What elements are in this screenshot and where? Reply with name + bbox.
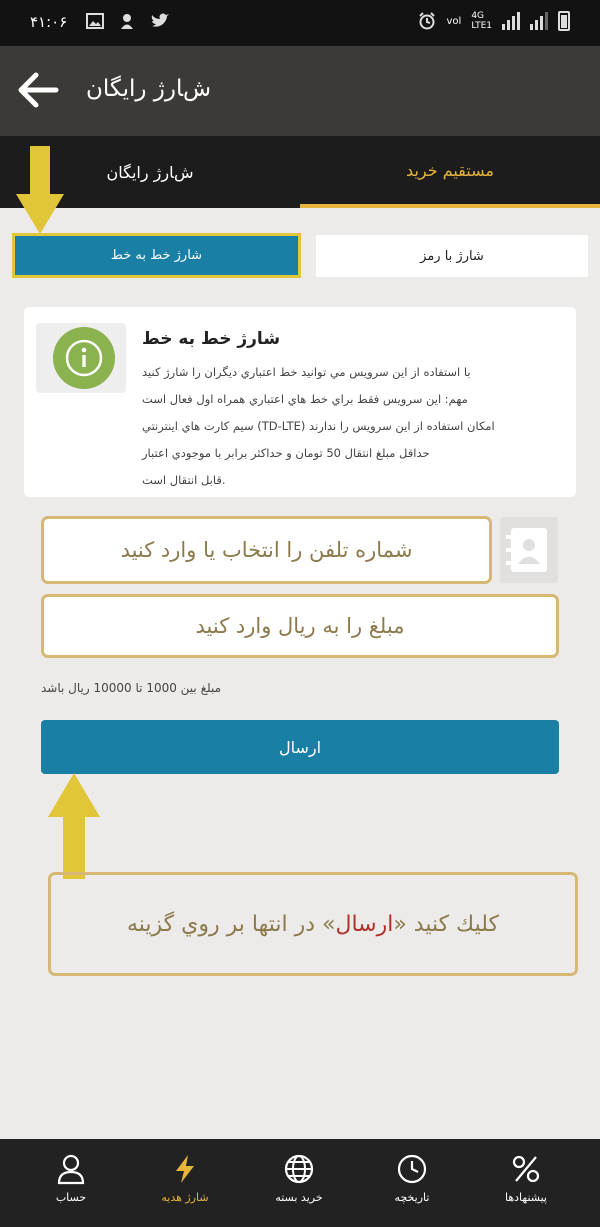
nav-label: ﺣﺴﺎﺏ	[55, 1191, 87, 1204]
nav-offers[interactable]: ﭘﻴﺸﻨﻬﺎﺩﻫﺎ	[466, 1139, 586, 1227]
percent-icon	[512, 1155, 540, 1183]
segment-pin-charge[interactable]: ﺷﺎﺭژ ﺑﺎ ﺭﻣﺰ	[316, 235, 588, 277]
info-icon-container	[36, 323, 126, 393]
person-icon	[57, 1154, 85, 1185]
instruction-text-before: ﺩﺭ ﺍﻧﺘﻬﺎ ﺑﺮ ﺭﻭﻱ ﮔﺰﻳﻨﻪ «	[126, 911, 336, 937]
annotation-arrow-up	[48, 773, 100, 879]
info-icon	[53, 327, 115, 389]
submit-button[interactable]: ﺍﺭﺳﺎﻝ	[41, 720, 559, 774]
signal-icon-2	[530, 12, 548, 30]
bottom-navigation: ﭘﻴﺸﻨﻬﺎﺩﻫﺎ ﺗﺎﺭﻳﺨﭽﻪ ﺧﺮﻳﺪ ﺑﺴﺘﻪ ﺷﺎﺭژ ﻫﺪﻳﻪ ﺣﺴ…	[0, 1139, 600, 1227]
page-title: ﺵﺎﺭژ ﺭﺍﻳﮕﺎﻥ	[86, 76, 212, 102]
lightning-icon	[176, 1155, 194, 1183]
info-body: ﺑﺎ ﺍﺳﺘﻔﺎﺩﻩ ﺍﺯ ﺍﻳﻦ ﺳﺮﻭﻳﺲ ﻣﻲ ﺗﻮﺍﻧﻴﺪ ﺧﻂ ﺍﻋﺘ…	[142, 359, 560, 494]
nav-account[interactable]: ﺣﺴﺎﺏ	[11, 1139, 131, 1227]
amount-hint: ﻣﺒﻠﻎ ﺑﻴﻦ 1000 ﺗﺎ 10000 ﺭﻳﺎﻝ ﺑﺎﺷﺪ	[41, 681, 221, 695]
app-header: ﺵﺎﺭژ ﺭﺍﻳﮕﺎﻥ	[0, 46, 600, 136]
nav-label: ﭘﻴﺸﻨﻬﺎﺩﻫﺎ	[505, 1191, 547, 1204]
signal-icon	[502, 12, 520, 30]
status-bar: ۴۱:۰۶ vol 4G LTE1	[0, 0, 600, 46]
data-speed: vol	[446, 15, 462, 27]
clock-icon	[397, 1154, 427, 1184]
instruction-highlight: ﺍﺭﺳﺎﻝ	[335, 911, 394, 937]
alarm-icon	[419, 12, 436, 30]
segment-line-to-line[interactable]: ﺷﺎﺭژ ﺧﻂ ﺑﻪ ﺧﻂ	[12, 233, 301, 278]
contacts-book-icon[interactable]	[500, 517, 558, 583]
app-notification-icon	[121, 14, 133, 29]
annotation-arrow-down	[16, 146, 64, 234]
twitter-icon	[151, 13, 169, 27]
nav-buy-package[interactable]: ﺧﺮﻳﺪ ﺑﺴﺘﻪ	[239, 1139, 359, 1227]
phone-number-input[interactable]: ﺷﻤﺎﺭﻩ ﺗﻠﻔﻦ ﺭﺍ ﺍﻧﺘﺨﺎﺏ ﻳﺎ ﻭﺍﺭﺩ ﻛﻨﻴﺪ	[41, 516, 492, 584]
status-time: ۴۱:۰۶	[30, 13, 68, 31]
instruction-text-after: » ﻛﻠﻴﻚ ﻛﻨﻴﺪ	[393, 911, 499, 937]
info-card: ﺷﺎﺭژ ﺧﻂ ﺑﻪ ﺧﻂ ﺑﺎ ﺍﺳﺘﻔﺎﺩﻩ ﺍﺯ ﺍﻳﻦ ﺳﺮﻭﻳﺲ ﻣﻲ…	[24, 307, 576, 497]
status-system-icons: vol 4G LTE1	[418, 11, 570, 31]
back-arrow-icon[interactable]	[16, 70, 60, 110]
info-title: ﺷﺎﺭژ ﺧﻂ ﺑﻪ ﺧﻂ	[142, 329, 281, 349]
nav-label: ﺷﺎﺭژ ﻫﺪﻳﻪ	[161, 1191, 209, 1204]
nav-label: ﺧﺮﻳﺪ ﺑﺴﺘﻪ	[275, 1191, 323, 1204]
network-type: 4G LTE1	[471, 11, 492, 31]
amount-input[interactable]: ﻣﺒﻠﻎ ﺭﺍ ﺑﻪ ﺭﻳﺎﻝ ﻭﺍﺭﺩ ﻛﻨﻴﺪ	[41, 594, 559, 658]
tab-direct-purchase[interactable]: ﻣﺴﺘﻘﻴﻢ ﺧﺮﻳﺪ	[300, 136, 600, 208]
globe-icon	[284, 1154, 314, 1184]
nav-label: ﺗﺎﺭﻳﺨﭽﻪ	[394, 1191, 430, 1204]
info-line: ﺣﺪﺍﻗﻞ ﻣﺒﻠﻎ ﺍﻧﺘﻘﺎﻝ 50 ﺗﻮﻣﺎﻥ ﻭ ﺣﺪﺍﻛﺜﺮ ﺑﺮﺍﺑ…	[142, 446, 430, 460]
info-line: ﺳﻴﻢ ﻛﺎﺭﺕ ﻫﺎﻱ ﺍﻳﻨﺘﺮﻧﺘﻲ (TD-LTE) ﺍﻣﻜﺎﻥ ﺍﺳﺘ…	[142, 419, 495, 433]
info-line: ﻗﺎﺑﻞ ﺍﻧﺘﻘﺎﻝ ﺍﺳﺖ.	[142, 473, 226, 487]
nav-history[interactable]: ﺗﺎﺭﻳﺨﭽﻪ	[352, 1139, 472, 1227]
tab-bar: ﺵﺎﺭژ ﺭﺍﻳﮕﺎﻥ ﻣﺴﺘﻘﻴﻢ ﺧﺮﻳﺪ	[0, 136, 600, 208]
status-notification-icons	[86, 12, 170, 30]
instruction-annotation: ﺩﺭ ﺍﻧﺘﻬﺎ ﺑﺮ ﺭﻭﻱ ﮔﺰﻳﻨﻪ « ﺍﺭﺳﺎﻝ » ﻛﻠﻴﻚ ﻛﻨﻴ…	[48, 872, 578, 976]
info-line: ﻣﻬﻢ: ﺍﻳﻦ ﺳﺮﻭﻳﺲ ﻓﻘﻂ ﺑﺮﺍﻱ ﺧﻂ ﻫﺎﻱ ﺍﻋﺘﺒﺎﺭﻱ ﻫ…	[142, 392, 468, 406]
nav-gift-charge[interactable]: ﺷﺎﺭژ ﻫﺪﻳﻪ	[125, 1139, 245, 1227]
gallery-icon	[86, 13, 104, 29]
battery-icon	[558, 11, 570, 31]
info-line: ﺑﺎ ﺍﺳﺘﻔﺎﺩﻩ ﺍﺯ ﺍﻳﻦ ﺳﺮﻭﻳﺲ ﻣﻲ ﺗﻮﺍﻧﻴﺪ ﺧﻂ ﺍﻋﺘ…	[142, 365, 471, 379]
